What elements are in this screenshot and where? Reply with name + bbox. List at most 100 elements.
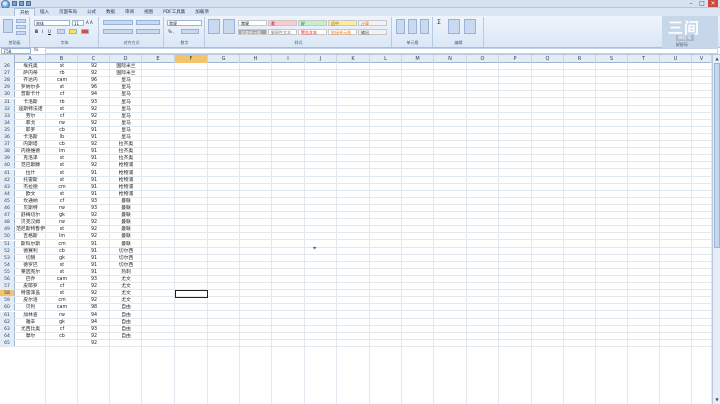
percent-icon[interactable]: % , [168,29,174,34]
row-header[interactable]: 57 [0,283,15,290]
cell-A58[interactable]: 特雷泽盖 [15,290,46,296]
cell-A45[interactable]: 坎通纳 [15,198,46,204]
fill-color-icon[interactable] [69,29,77,34]
column-header-D[interactable]: D [110,55,142,63]
cell-B54[interactable]: st [46,262,78,268]
cell-C38[interactable]: 91 [78,148,110,154]
format-painter-icon[interactable] [16,31,26,35]
tab-3[interactable]: 公式 [82,8,101,16]
find-select-icon[interactable] [464,19,476,34]
number-format-combo[interactable]: 常规 [167,20,202,26]
tab-2[interactable]: 页面布局 [54,8,82,16]
vertical-scrollbar[interactable]: ▲ ▼ [712,55,720,404]
cell-D54[interactable]: 切尔西 [110,262,142,268]
merge-center-icon[interactable] [136,29,160,34]
cell-A52[interactable]: 德赛利 [15,248,46,254]
row-header[interactable]: 41 [0,169,15,176]
cell-C29[interactable]: 96 [78,84,110,90]
cell-D35[interactable]: 皇马 [110,127,142,133]
cell-D46[interactable]: 曼联 [110,205,142,211]
cell-D63[interactable]: 自由 [110,326,142,332]
cell-B46[interactable]: rw [46,205,78,211]
scroll-thumb[interactable] [714,63,720,248]
column-header-E[interactable]: E [142,55,175,63]
decimal-icons[interactable] [181,29,199,34]
cell-C65[interactable]: 92 [78,340,110,346]
scroll-down-icon[interactable]: ▼ [714,397,720,403]
cell-B59[interactable]: cm [46,297,78,303]
cell-A54[interactable]: 德罗巴 [15,262,46,268]
cell-B38[interactable]: lm [46,148,78,154]
scroll-up-icon[interactable]: ▲ [714,56,720,62]
cell-C33[interactable]: 92 [78,113,110,119]
cell-C31[interactable]: 93 [78,99,110,105]
row-header[interactable]: 35 [0,126,15,133]
row-header[interactable]: 55 [0,268,15,275]
cell-C58[interactable]: 92 [78,290,110,296]
row-header[interactable]: 53 [0,254,15,261]
row-header[interactable]: 59 [0,297,15,304]
column-header-P[interactable]: P [499,55,532,63]
row-header[interactable]: 50 [0,233,15,240]
column-header-A[interactable]: A [15,55,46,63]
row-header[interactable]: 62 [0,318,15,325]
cell-style-8[interactable]: 链接单元格 [328,29,357,35]
cell-A49[interactable]: 范尼斯特鲁伊 [15,226,46,232]
cell-D60[interactable]: 自由 [110,304,142,310]
tab-7[interactable]: PDF工具集 [158,8,190,16]
cell-B49[interactable]: st [46,226,78,232]
row-header[interactable]: 64 [0,332,15,339]
cell-A34[interactable]: 菲戈 [15,120,46,126]
row-header[interactable]: 49 [0,226,15,233]
tab-5[interactable]: 审阅 [120,8,139,16]
row-header[interactable]: 34 [0,119,15,126]
cell-B40[interactable]: st [46,162,78,168]
row-header[interactable]: 52 [0,247,15,254]
cell-B34[interactable]: rw [46,120,78,126]
cell-B58[interactable]: st [46,290,78,296]
cell-style-9[interactable]: 输出 [358,29,387,35]
row-header[interactable]: 27 [0,70,15,77]
column-header-G[interactable]: G [208,55,240,63]
cell-A56[interactable]: 巴乔 [15,276,46,282]
cell-B63[interactable]: cf [46,326,78,332]
cell-B53[interactable]: gk [46,255,78,261]
cell-C27[interactable]: 92 [78,70,110,76]
row-header[interactable]: 63 [0,325,15,332]
cell-B42[interactable]: st [46,177,78,183]
font-size-combo[interactable]: 11 [72,20,84,26]
cell-A26[interactable]: 埃托奥 [15,63,46,69]
cell-A35[interactable]: 耶罗 [15,127,46,133]
bold-icon[interactable]: B [35,29,38,34]
cell-D56[interactable]: 尤文 [110,276,142,282]
column-header-R[interactable]: R [564,55,596,63]
row-header[interactable]: 58 [0,290,15,297]
cell-D61[interactable]: 自由 [110,312,142,318]
format-cells-icon[interactable] [420,19,429,34]
cell-B35[interactable]: cb [46,127,78,133]
row-header[interactable]: 42 [0,176,15,183]
cell-style-6[interactable]: 解释性文本 [268,29,297,35]
column-header-V[interactable]: V [692,55,712,63]
row-header[interactable]: 43 [0,183,15,190]
cell-C63[interactable]: 93 [78,326,110,332]
tab-1[interactable]: 插入 [35,8,54,16]
cell-B62[interactable]: gk [46,319,78,325]
cell-A64[interactable]: 摩尔 [15,333,46,339]
row-header[interactable]: 40 [0,162,15,169]
row-header[interactable]: 51 [0,240,15,247]
tab-6[interactable]: 视图 [139,8,158,16]
cell-D58[interactable]: 尤文 [110,290,142,296]
cell-A39[interactable]: 克洛泽 [15,155,46,161]
cell-style-4[interactable]: 计算 [358,20,387,26]
wrap-text-icon[interactable] [136,20,160,25]
cell-D55[interactable]: 热刺 [110,269,142,275]
row-header[interactable]: 44 [0,190,15,197]
cell-D34[interactable]: 皇马 [110,120,142,126]
tab-4[interactable]: 数据 [101,8,120,16]
cell-A27[interactable]: 萨内蒂 [15,70,46,76]
row-header[interactable]: 32 [0,105,15,112]
row-header[interactable]: 46 [0,205,15,212]
cell-D29[interactable]: 皇马 [110,84,142,90]
cell-B26[interactable]: st [46,63,78,69]
